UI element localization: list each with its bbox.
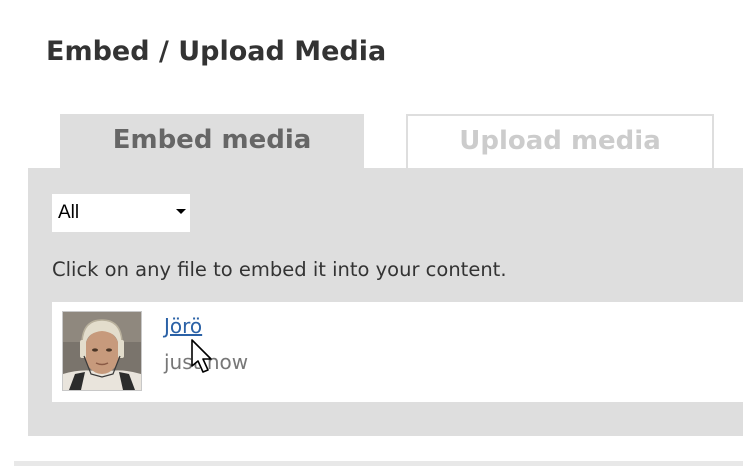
media-type-filter-select[interactable]: All bbox=[52, 194, 190, 232]
dropdown-arrow-icon bbox=[176, 209, 186, 214]
media-name-link[interactable]: Jörö bbox=[164, 314, 202, 338]
divider bbox=[14, 461, 743, 466]
page-title: Embed / Upload Media bbox=[46, 36, 387, 67]
media-list-item[interactable]: Jörö just now bbox=[52, 302, 743, 402]
tab-embed-media[interactable]: Embed media bbox=[60, 114, 364, 168]
embed-instructions: Click on any file to embed it into your … bbox=[52, 258, 507, 281]
media-timestamp: just now bbox=[164, 350, 249, 374]
tab-upload-media[interactable]: Upload media bbox=[406, 114, 714, 168]
hockey-player-photo-icon bbox=[63, 312, 141, 390]
media-thumbnail[interactable] bbox=[62, 311, 142, 391]
filter-selected-value: All bbox=[58, 202, 80, 223]
embed-panel: All Click on any file to embed it into y… bbox=[28, 168, 743, 436]
